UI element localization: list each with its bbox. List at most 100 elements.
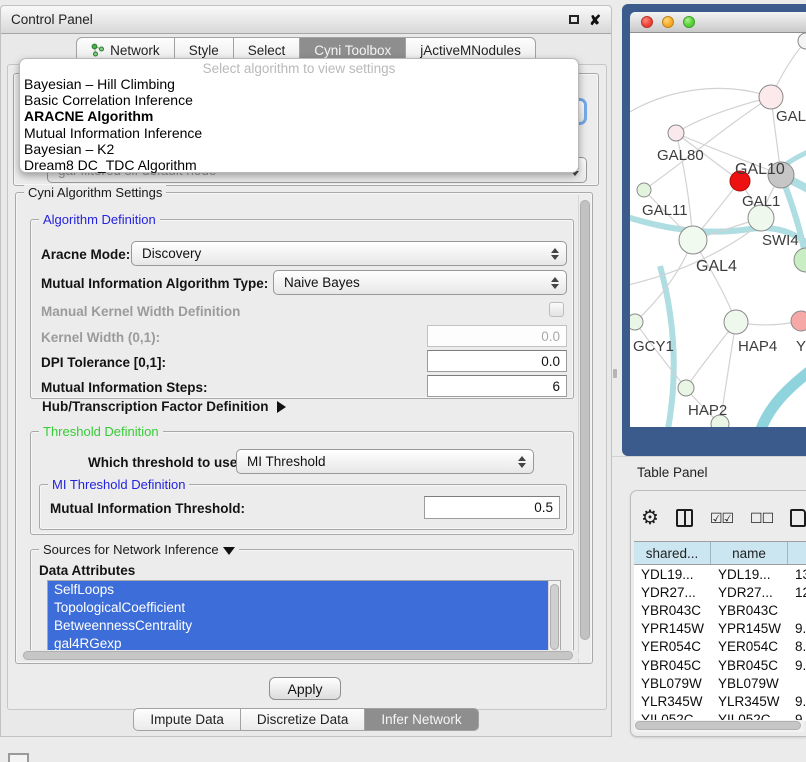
network-canvas[interactable]: GAL7 GAL80 GAL10 GAL1 GAL11 SWI4 GAL4 GC… [630,33,806,427]
mi-steps-label: Mutual Information Steps: [41,380,208,395]
dropdown-item-selected[interactable]: ARACNE Algorithm [20,108,578,124]
manual-kernel-checkbox[interactable] [549,302,564,317]
dpi-tolerance-field[interactable] [427,350,567,372]
mi-threshold-group: MI Threshold Definition Mutual Informati… [39,484,567,530]
tab-infer-network[interactable]: Infer Network [365,708,478,731]
panel-splitter-handle[interactable] [613,369,617,378]
tab-label: jActiveMNodules [420,43,521,58]
gear-icon[interactable]: ⚙ [641,508,659,528]
algorithm-definition-group: Algorithm Definition Aracne Mode: Discov… [30,219,574,399]
kernel-width-field[interactable] [427,325,567,347]
attribute-scroll-thumb[interactable] [550,584,559,650]
float-panel-icon[interactable] [569,15,579,24]
minimize-window-icon[interactable] [662,16,674,28]
node-gcy1[interactable] [630,314,643,330]
dropdown-item[interactable]: Bayesian – K2 [20,141,578,157]
stepper-arrows-icon [551,248,559,260]
node-gal4[interactable] [679,226,707,254]
node-gal80[interactable] [668,125,684,141]
tab-discretize-data[interactable]: Discretize Data [241,708,366,731]
node-pink[interactable] [791,311,806,331]
sources-group-title[interactable]: Sources for Network Inference [39,542,239,557]
dropdown-item[interactable]: Basic Correlation Inference [20,92,578,108]
threshold-definition-title: Threshold Definition [39,424,163,439]
zoom-window-icon[interactable] [683,16,695,28]
tab-label: Network [110,43,160,58]
table-panel-title: Table Panel [637,465,708,480]
attribute-item[interactable]: BetweennessCentrality [48,617,560,635]
node-label: Y [796,338,806,355]
clear-all-checks-icon[interactable]: ☐☐ [750,510,773,527]
node-attribute-table[interactable]: shared... name YDL19...YDL19...13 YDR27.… [634,541,806,721]
mi-steps-field[interactable] [427,375,567,397]
dropdown-item[interactable]: Mutual Information Inference [20,125,578,141]
edge [630,88,771,113]
algorithm-definition-title: Algorithm Definition [39,212,160,227]
docked-panel-icon[interactable] [8,753,29,762]
control-panel-window: Control Panel ✘ Network Style Select Cyn… [0,5,612,737]
stepper-arrows-icon [518,456,526,468]
export-table-icon[interactable] [790,509,806,527]
columns-icon[interactable] [676,509,693,527]
close-window-icon[interactable] [641,16,653,28]
node-label: SWI4 [762,232,799,249]
data-attributes-label: Data Attributes [39,563,135,578]
table-panel-header: Table Panel [612,456,806,488]
table-row[interactable]: YPR145WYPR145W9. [634,620,806,638]
table-row[interactable]: YLR345WYLR345W9. [634,692,806,710]
node-label: GAL7 [776,108,806,125]
network-graph: GAL7 GAL80 GAL10 GAL1 GAL11 SWI4 GAL4 GC… [630,33,806,427]
network-window-titlebar[interactable] [630,12,806,33]
settings-hscroll-thumb[interactable] [23,651,573,660]
control-panel-title: Control Panel [11,12,93,27]
table-hscroll-thumb[interactable] [635,721,801,730]
apply-button[interactable]: Apply [269,677,341,700]
manual-kernel-label: Manual Kernel Width Definition [41,304,240,319]
tab-impute-data[interactable]: Impute Data [133,708,241,731]
mi-type-combo[interactable]: Naive Bayes [273,270,567,295]
node-gal11[interactable] [637,183,651,197]
tab-label: Style [189,43,219,58]
table-row[interactable]: YBR043CYBR043C [634,601,806,619]
node-label: GAL11 [642,202,688,219]
attribute-item[interactable]: TopologicalCoefficient [48,599,560,617]
table-row[interactable]: YER054CYER054C8. [634,638,806,656]
which-threshold-label: Which threshold to use: [88,455,242,470]
close-panel-icon[interactable]: ✘ [589,15,601,25]
table-toolbar: ⚙ ☑☑ ☐☐ [641,501,806,535]
table-row[interactable]: YDR27...YDR27...12 [634,583,806,601]
dropdown-item[interactable]: Bayesian – Hill Climbing [20,76,578,92]
mi-type-label: Mutual Information Algorithm Type: [41,276,268,291]
select-all-checks-icon[interactable]: ☑☑ [710,510,733,527]
tab-label: Cyni Toolbox [314,43,391,58]
network-view-window: GAL7 GAL80 GAL10 GAL1 GAL11 SWI4 GAL4 GC… [622,4,806,456]
mi-threshold-field[interactable] [424,496,560,519]
mi-type-value: Naive Bayes [284,275,360,290]
column-header-cut[interactable] [788,542,806,564]
column-header-shared-name[interactable]: shared... [634,542,711,564]
column-header-name[interactable]: name [711,542,788,564]
collapse-down-icon [223,547,235,555]
settings-vertical-scrollbar[interactable] [578,195,591,663]
node-hap2[interactable] [678,380,694,396]
table-row[interactable]: YBL079WYBL079W [634,674,806,692]
hub-definition-expander[interactable]: Hub/Transcription Factor Definition [42,399,286,414]
table-horizontal-scrollbar[interactable] [634,720,804,732]
table-row[interactable]: YBR045CYBR045C9. [634,656,806,674]
settings-horizontal-scrollbar[interactable] [21,650,579,662]
aracne-mode-combo[interactable]: Discovery [131,241,567,266]
expand-right-icon [277,401,286,413]
data-attributes-list[interactable]: SelfLoops TopologicalCoefficient Between… [47,580,561,660]
node[interactable] [798,33,806,49]
control-panel-titlebar: Control Panel ✘ [1,6,611,34]
dropdown-item[interactable]: Dream8 DC_TDC Algorithm [20,157,578,173]
attribute-list-scrollbar[interactable] [548,581,560,660]
table-row[interactable]: YDL19...YDL19...13 [634,565,806,583]
attribute-item[interactable]: SelfLoops [48,581,560,599]
settings-scroll-thumb[interactable] [580,200,590,640]
which-threshold-combo[interactable]: MI Threshold [236,449,534,474]
node-gal7[interactable] [759,85,783,109]
node-hap4[interactable] [724,310,748,334]
node-swi4[interactable] [794,248,806,272]
node-label: GAL4 [696,258,737,275]
